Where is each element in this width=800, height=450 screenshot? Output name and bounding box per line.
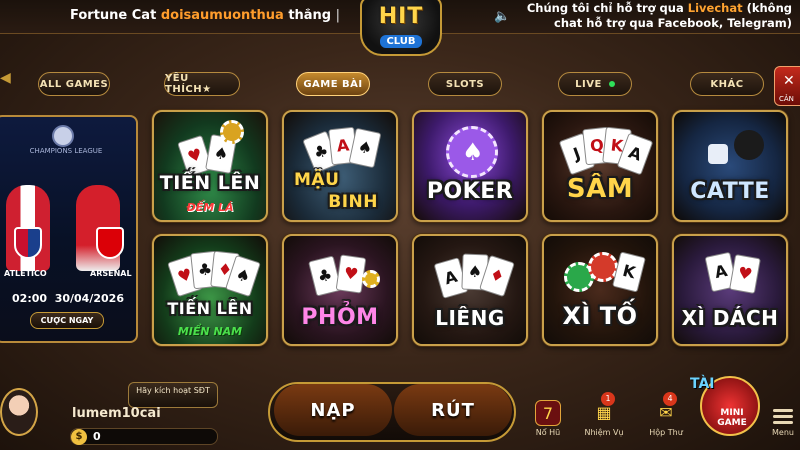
cards-icon: A ♠ ♦ [428, 248, 515, 308]
game-tile-catte[interactable]: CATTE [672, 110, 788, 222]
username: lumem10cai [72, 406, 161, 421]
match-time: 02:00 30/04/2026 [12, 292, 124, 305]
game-tile-phom[interactable]: ♣ ♥ PHỎM [282, 234, 398, 346]
game-tile-sam[interactable]: J Q K A SÂM [542, 110, 658, 222]
game-tile-xi-dach[interactable]: A ♥ XÌ DÁCH [672, 234, 788, 346]
exit-button[interactable]: ✕ CẢN [774, 66, 800, 106]
jackpot-icon: 7 [535, 400, 561, 426]
mail-icon: ✉ 4 [653, 392, 679, 426]
game-tile-poker[interactable]: ♠ POKER [412, 110, 528, 222]
tab-live[interactable]: LIVE [558, 72, 632, 96]
game-tile-tien-len-dem-la[interactable]: ♥ ♠ TIẾN LÊN ĐẾM LÁ [152, 110, 268, 222]
atletico-crest-icon [14, 227, 42, 259]
football-icon [52, 125, 74, 147]
dice-icon [688, 124, 770, 184]
mail-badge: 4 [663, 392, 677, 406]
hitclub-logo: HIT CLUB [360, 0, 442, 56]
tab-other[interactable]: KHÁC [690, 72, 764, 96]
activate-phone-button[interactable]: Hãy kích hoạt SĐT [128, 382, 218, 408]
live-dot-icon [608, 81, 615, 87]
ticker-player-name: doisaumuonthua [160, 8, 284, 23]
tab-slots[interactable]: SLOTS [428, 72, 502, 96]
withdraw-button[interactable]: RÚT [394, 384, 512, 436]
gift-icon: ▦ 1 [591, 392, 617, 426]
category-tabs: ALL GAMES YÊU THÍCH★ GAME BÀI SLOTS LIVE… [0, 72, 800, 98]
nav-missions[interactable]: ▦ 1 Nhiệm Vụ [582, 392, 626, 437]
nav-jackpot[interactable]: 7 Nổ Hũ [526, 400, 570, 437]
mini-game-label: MINI GAME [717, 408, 747, 428]
tab-card-games[interactable]: GAME BÀI [296, 72, 370, 96]
win-ticker: Fortune Cat doisaumuonthua thắng | [70, 8, 340, 23]
team2-name: ARSENAL [90, 269, 132, 278]
close-icon: ✕ [783, 73, 795, 89]
balance-display: $ 0 [70, 428, 218, 445]
arsenal-crest-icon [96, 227, 124, 259]
league-label: CHAMPIONS LEAGUE [29, 147, 103, 155]
bet-now-button[interactable]: CƯỢC NGAY [30, 312, 104, 329]
coin-icon: $ [71, 429, 87, 445]
tab-all-games[interactable]: ALL GAMES [38, 72, 110, 96]
carousel-dots [56, 334, 76, 341]
game-tile-xi-to[interactable]: K XÌ TỐ [542, 234, 658, 346]
nav-mailbox[interactable]: ✉ 4 Hộp Thư [644, 392, 688, 437]
match-promo-banner[interactable]: CHAMPIONS LEAGUE ATLETICO ARSENAL 02:00 … [0, 115, 138, 343]
cards-icon: A ♥ [688, 248, 770, 308]
game-tile-lieng[interactable]: A ♠ ♦ LIÊNG [412, 234, 528, 346]
deposit-button[interactable]: NẠP [274, 384, 392, 436]
tai-label: TÀI [690, 376, 715, 392]
game-tile-mau-binh[interactable]: ♣ A ♠ MẬU BINH [282, 110, 398, 222]
poker-chip-icon: ♠ [428, 124, 510, 184]
sound-icon[interactable]: 🔈 [494, 9, 510, 25]
support-notice: Chúng tôi chỉ hỗ trợ qua Livechat (không… [526, 1, 792, 30]
tab-favorites[interactable]: YÊU THÍCH★ [164, 72, 240, 96]
cards-icon: ♣ ♥ [298, 248, 380, 308]
balance-value: 0 [93, 430, 101, 443]
mini-game-button[interactable]: TÀI MINI GAME [690, 376, 760, 436]
menu-button[interactable]: Menu [770, 406, 796, 437]
poker-chip-icon: K [558, 248, 646, 308]
avatar[interactable] [0, 388, 38, 436]
game-tile-tien-len-mien-nam[interactable]: ♥ ♣ ♦ ♠ TIẾN LÊN MIỀN NAM [152, 234, 268, 346]
team1-name: ATLETICO [4, 269, 47, 278]
missions-badge: 1 [601, 392, 615, 406]
